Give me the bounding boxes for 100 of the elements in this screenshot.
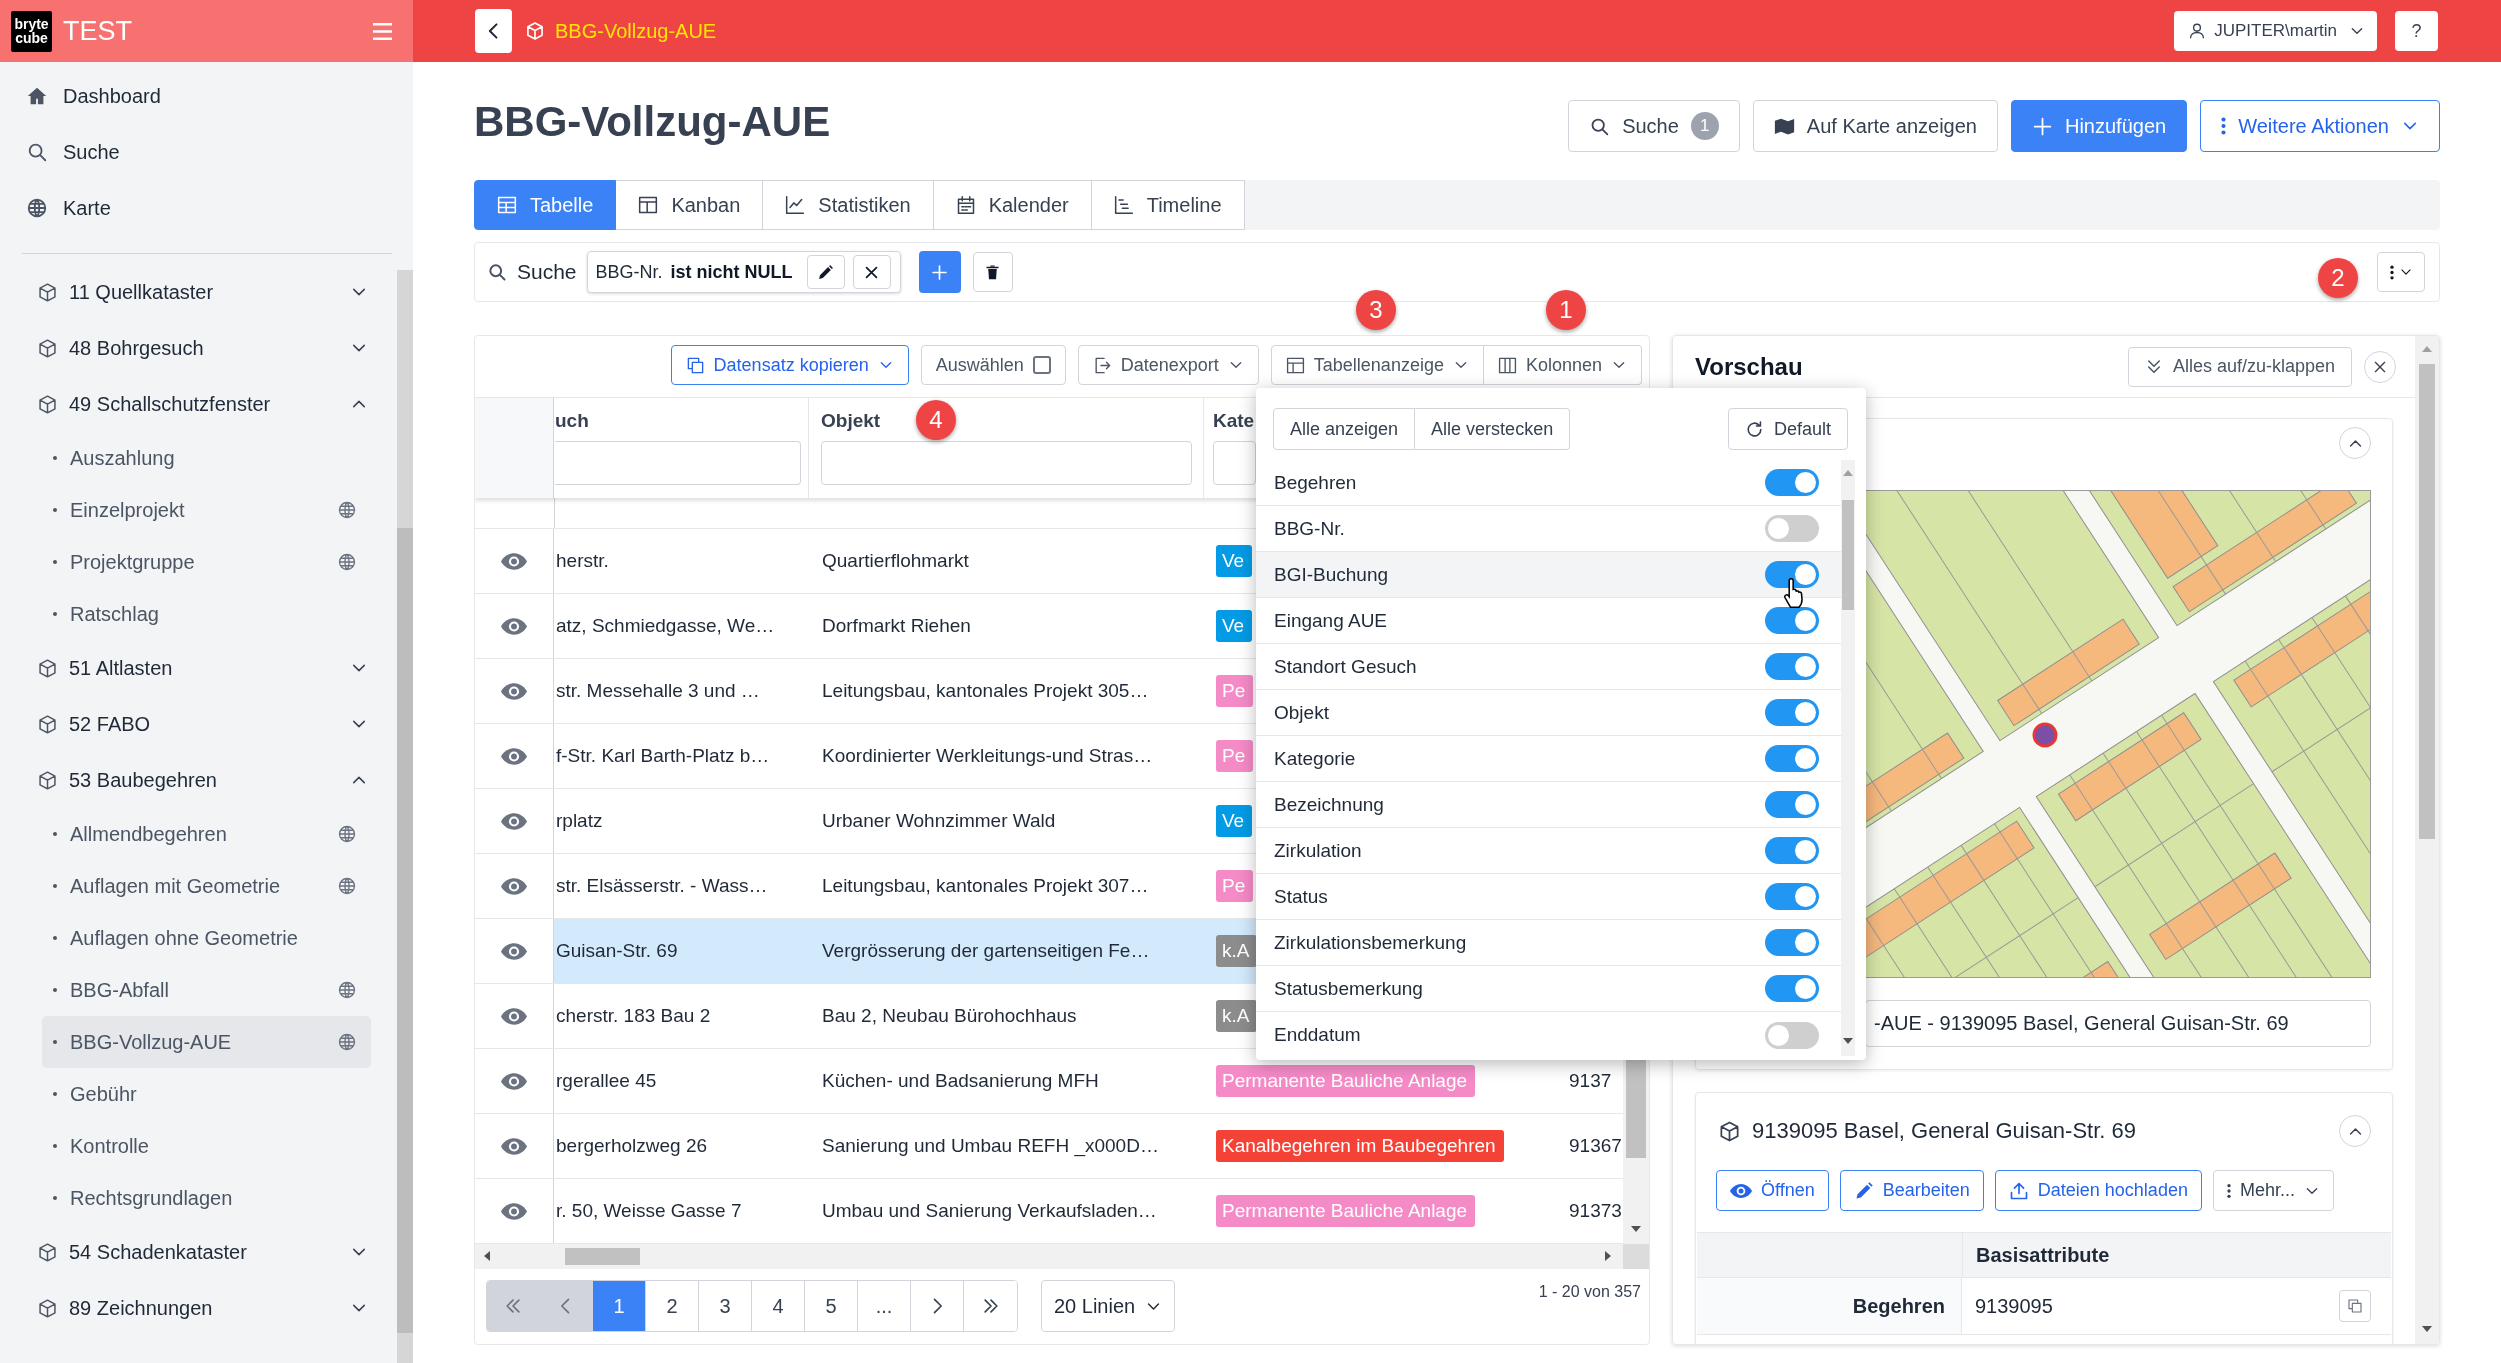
sidebar-subitem[interactable]: Rechtsgrundlagen <box>42 1172 371 1224</box>
table-view-button[interactable]: Tabellenanzeige <box>1270 345 1484 385</box>
more-button[interactable]: Mehr... <box>2212 1170 2334 1211</box>
toggle-switch[interactable] <box>1765 745 1819 772</box>
sidebar-subitem[interactable]: Auflagen ohne Geometrie <box>42 912 371 964</box>
checkbox[interactable] <box>1032 356 1051 374</box>
toggle-switch[interactable] <box>1765 653 1819 680</box>
search-button[interactable]: Suche 1 <box>1568 100 1740 152</box>
toggle-switch[interactable] <box>1765 561 1819 588</box>
column-option[interactable]: Zirkulation <box>1256 828 1841 874</box>
toggle-switch[interactable] <box>1765 515 1819 542</box>
eye-icon[interactable] <box>501 877 527 895</box>
filter-chip[interactable]: BBG-Nr. ist nicht NULL <box>586 251 901 293</box>
sidebar-subitem[interactable]: Auflagen mit Geometrie <box>42 860 371 912</box>
scrollbar[interactable] <box>397 270 413 1363</box>
eye-icon[interactable] <box>501 617 527 635</box>
column-option[interactable]: Statusbemerkung <box>1256 966 1841 1012</box>
remove-filter-button[interactable] <box>852 255 891 289</box>
eye-icon[interactable] <box>501 682 527 700</box>
add-button[interactable]: Hinzufügen <box>2010 100 2188 152</box>
toggle-switch[interactable] <box>1765 837 1819 864</box>
sidebar-subitem[interactable]: Einzelprojekt <box>42 484 371 536</box>
scrollbar[interactable] <box>1841 460 1855 1056</box>
table-row[interactable]: r. 50, Weisse Gasse 7 Umbau und Sanierung Verkaufsladen… Permanente Bauliche Anlage 91373 <box>475 1179 1623 1244</box>
table-row[interactable]: bergerholzweg 26 Sanierung und Umbau REFH _x000D… Kanalbegehren im Baubegehren 91367 <box>475 1114 1623 1179</box>
sidebar-group[interactable]: 48 Bohrgesuch <box>0 320 397 376</box>
eye-icon[interactable] <box>501 942 527 960</box>
view-tab[interactable]: Kalender <box>933 180 1092 230</box>
eye-icon[interactable] <box>501 552 527 570</box>
default-button[interactable]: Default <box>1727 408 1848 450</box>
toggle-switch[interactable] <box>1765 883 1819 910</box>
export-button[interactable]: Datenexport <box>1077 345 1259 385</box>
view-tab[interactable]: Kanban <box>616 180 764 230</box>
sidebar-subitem[interactable]: BBG-Abfall <box>42 964 371 1016</box>
eye-icon[interactable] <box>501 1072 527 1090</box>
sidebar-group[interactable]: 52 FABO <box>0 696 397 752</box>
hide-all-button[interactable]: Alle verstecken <box>1415 408 1571 450</box>
upload-files-button[interactable]: Dateien hochladen <box>1994 1170 2202 1211</box>
close-button[interactable] <box>2364 350 2396 383</box>
columns-button[interactable]: Kolonnen <box>1483 345 1642 385</box>
select-button[interactable]: Auswählen <box>920 345 1066 385</box>
user-menu-button[interactable]: JUPITER\martin <box>2174 11 2377 51</box>
options-button[interactable] <box>2377 252 2425 292</box>
filter-field[interactable] <box>821 441 1192 485</box>
sidebar-group[interactable]: 89 Zeichnungen <box>0 1280 397 1336</box>
sidebar-subitem[interactable]: Projektgruppe <box>42 536 371 588</box>
sidebar-subitem[interactable]: BBG-Vollzug-AUE <box>42 1016 371 1068</box>
column-option[interactable]: Objekt <box>1256 690 1841 736</box>
show-on-map-button[interactable]: Auf Karte anzeigen <box>1752 100 1998 152</box>
open-button[interactable]: Öffnen <box>1716 1170 1829 1211</box>
toggle-switch[interactable] <box>1765 607 1819 634</box>
back-button[interactable] <box>475 9 512 53</box>
column-option[interactable]: Begehren <box>1256 460 1841 506</box>
toggle-switch[interactable] <box>1765 699 1819 726</box>
toggle-switch[interactable] <box>1765 929 1819 956</box>
show-all-button[interactable]: Alle anzeigen <box>1273 408 1416 450</box>
sidebar-subitem[interactable]: Kontrolle <box>42 1120 371 1172</box>
copy-record-button[interactable]: Datensatz kopieren <box>670 345 909 385</box>
eye-icon[interactable] <box>501 1137 527 1155</box>
column-header[interactable]: Objekt <box>821 410 881 434</box>
eye-icon[interactable] <box>501 1202 527 1220</box>
column-option[interactable]: BGI-Buchung <box>1256 552 1841 598</box>
view-tab[interactable]: Timeline <box>1091 180 1245 230</box>
column-header[interactable]: Kate <box>1213 410 1255 434</box>
sidebar-subitem[interactable]: Auszahlung <box>42 432 371 484</box>
edit-filter-button[interactable] <box>806 255 845 289</box>
collapse-button[interactable] <box>2339 427 2371 459</box>
sidebar-subitem[interactable]: Ratschlag <box>42 588 371 640</box>
page-button[interactable]: 1 <box>593 1281 646 1331</box>
help-button[interactable]: ? <box>2395 11 2438 51</box>
column-option[interactable]: Standort Gesuch <box>1256 644 1841 690</box>
toggle-switch[interactable] <box>1765 1021 1819 1049</box>
toggle-switch[interactable] <box>1765 791 1819 818</box>
column-option[interactable]: Status <box>1256 874 1841 920</box>
column-option[interactable]: Bezeichnung <box>1256 782 1841 828</box>
edit-button[interactable]: Bearbeiten <box>1839 1170 1984 1211</box>
menu-icon[interactable] <box>373 22 392 40</box>
sidebar-group[interactable]: 49 Schallschutzfenster <box>0 376 397 432</box>
delete-filter-button[interactable] <box>972 252 1013 292</box>
sidebar-subitem[interactable]: Allmendbegehren <box>42 808 371 860</box>
table-row[interactable]: rgerallee 45 Küchen- und Badsanierung MFH Permanente Bauliche Anlage 9137 <box>475 1049 1623 1114</box>
filter-field[interactable] <box>555 441 801 485</box>
sidebar-group[interactable]: 54 Schadenkataster <box>0 1224 397 1280</box>
sidebar-group[interactable]: 53 Baubegehren <box>0 752 397 808</box>
scrollbar[interactable] <box>2415 336 2439 1344</box>
eye-icon[interactable] <box>501 1007 527 1025</box>
copy-button[interactable] <box>2339 1290 2371 1322</box>
scrollbar[interactable] <box>475 1244 1623 1269</box>
column-header[interactable]: uch <box>555 410 589 434</box>
sidebar-item[interactable]: Dashboard <box>0 68 413 124</box>
eye-icon[interactable] <box>501 747 527 765</box>
filter-field[interactable] <box>1213 441 1256 485</box>
column-option[interactable]: Kategorie <box>1256 736 1841 782</box>
toggle-switch[interactable] <box>1765 469 1819 496</box>
sidebar-item[interactable]: Karte <box>0 180 413 236</box>
toggle-switch[interactable] <box>1765 975 1819 1002</box>
toggle-all-button[interactable]: Alles auf/zu-klappen <box>2127 346 2352 387</box>
eye-icon[interactable] <box>501 812 527 830</box>
view-tab[interactable]: Statistiken <box>763 180 934 230</box>
sidebar-group[interactable]: 51 Altlasten <box>0 640 397 696</box>
